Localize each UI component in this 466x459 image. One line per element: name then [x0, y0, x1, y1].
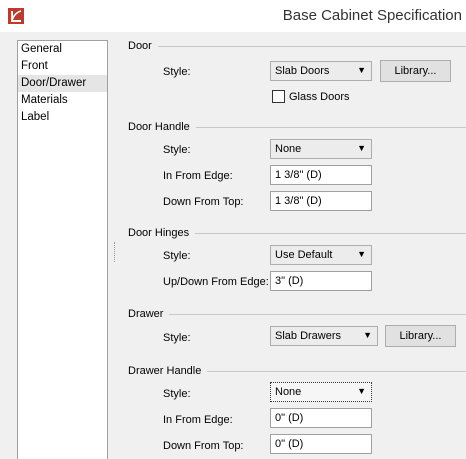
door-handle-style-value: None	[275, 143, 302, 155]
group-title-door-hinges: Door Hinges	[128, 227, 196, 239]
nav-item-general[interactable]: General	[18, 41, 107, 58]
chevron-down-icon: ▼	[357, 386, 366, 396]
door-style-select[interactable]: Slab Doors ▼	[270, 61, 372, 81]
door-hinges-updown-label: Up/Down From Edge:	[163, 276, 269, 288]
glass-doors-label: Glass Doors	[289, 91, 350, 103]
door-hinges-style-value: Use Default	[275, 249, 333, 261]
door-hinges-style-label: Style:	[163, 250, 191, 262]
group-title-drawer: Drawer	[128, 308, 170, 320]
drawer-handle-style-value: None	[275, 386, 302, 398]
door-handle-down-from-top-label: Down From Top:	[163, 196, 244, 208]
drawer-handle-down-from-top-value: 0" (D)	[275, 438, 304, 450]
glass-doors-checkbox[interactable]	[272, 90, 285, 103]
drawer-handle-in-from-edge-field[interactable]: 0" (D)	[270, 408, 372, 428]
drawer-handle-in-from-edge-label: In From Edge:	[163, 414, 233, 426]
window-title: Base Cabinet Specification	[282, 7, 462, 24]
door-handle-in-from-edge-label: In From Edge:	[163, 170, 233, 182]
app-icon[interactable]	[8, 8, 24, 24]
chevron-down-icon: ▼	[357, 143, 366, 153]
chevron-down-icon: ▼	[357, 249, 366, 259]
drawer-handle-down-from-top-label: Down From Top:	[163, 440, 244, 452]
drawer-handle-style-select[interactable]: None ▼	[270, 382, 372, 402]
group-divider	[128, 314, 466, 315]
nav-item-front[interactable]: Front	[18, 58, 107, 75]
panel-splitter[interactable]	[114, 242, 117, 262]
group-title-door: Door	[128, 40, 158, 52]
group-title-door-handle: Door Handle	[128, 121, 196, 133]
drawer-style-value: Slab Drawers	[275, 330, 342, 342]
door-handle-style-label: Style:	[163, 144, 191, 156]
drawer-handle-down-from-top-field[interactable]: 0" (D)	[270, 434, 372, 454]
nav-item-materials[interactable]: Materials	[18, 92, 107, 109]
nav-item-label[interactable]: Label	[18, 109, 107, 126]
group-divider	[128, 46, 466, 47]
drawer-style-label: Style:	[163, 332, 191, 344]
category-list[interactable]: General Front Door/Drawer Materials Labe…	[17, 40, 108, 459]
chevron-down-icon: ▼	[357, 65, 366, 75]
door-handle-down-from-top-field[interactable]: 1 3/8" (D)	[270, 191, 372, 211]
door-hinges-updown-value: 3" (D)	[275, 275, 304, 287]
door-hinges-updown-field[interactable]: 3" (D)	[270, 271, 372, 291]
door-handle-in-from-edge-value: 1 3/8" (D)	[275, 169, 322, 181]
door-style-label: Style:	[163, 66, 191, 78]
drawer-handle-in-from-edge-value: 0" (D)	[275, 412, 304, 424]
drawer-style-select[interactable]: Slab Drawers ▼	[270, 326, 378, 346]
door-hinges-style-select[interactable]: Use Default ▼	[270, 245, 372, 265]
door-handle-style-select[interactable]: None ▼	[270, 139, 372, 159]
group-title-drawer-handle: Drawer Handle	[128, 365, 208, 377]
dialog-body: General Front Door/Drawer Materials Labe…	[0, 32, 466, 459]
title-bar: Base Cabinet Specification	[0, 0, 466, 32]
nav-item-door-drawer[interactable]: Door/Drawer	[18, 75, 107, 92]
chevron-down-icon: ▼	[363, 330, 372, 340]
door-handle-in-from-edge-field[interactable]: 1 3/8" (D)	[270, 165, 372, 185]
door-handle-down-from-top-value: 1 3/8" (D)	[275, 195, 322, 207]
drawer-library-button[interactable]: Library...	[385, 325, 456, 347]
drawer-handle-style-label: Style:	[163, 388, 191, 400]
door-library-button[interactable]: Library...	[380, 60, 451, 82]
door-style-value: Slab Doors	[275, 65, 330, 77]
